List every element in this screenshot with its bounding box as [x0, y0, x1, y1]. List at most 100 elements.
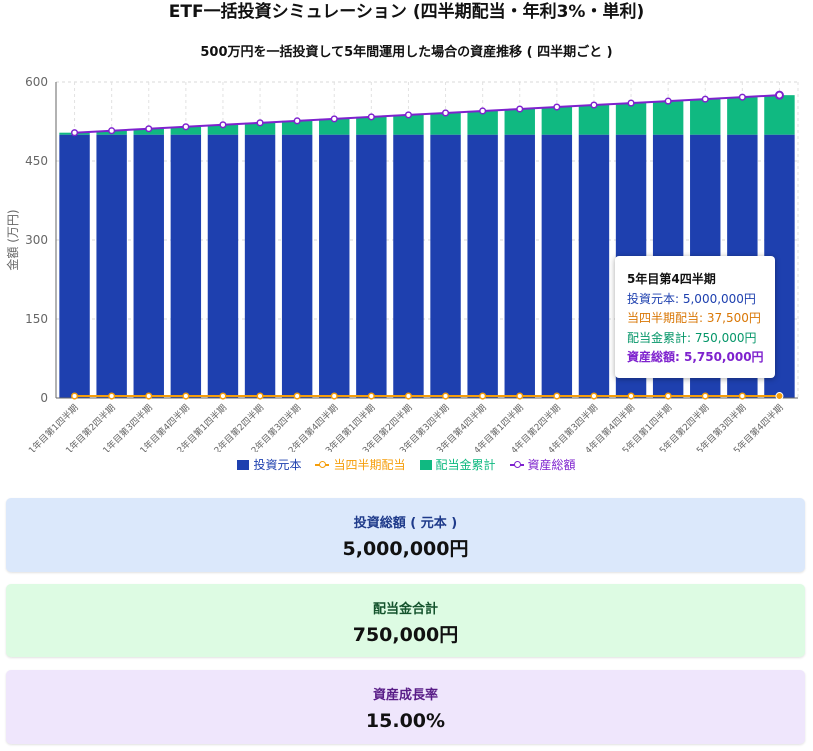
growth-summary-label: 資産成長率: [372, 688, 438, 703]
tooltip-row-cumulative-dividend: 配当金累計: 750,000円: [627, 330, 757, 345]
point-quarter-dividend: [367, 392, 375, 400]
legend-item-cumulative-dividend[interactable]: 配当金累計: [419, 457, 496, 473]
bar-principal: [504, 134, 535, 398]
point-total-assets: [71, 129, 79, 137]
bar-principal: [59, 134, 90, 398]
bar-cumulative-dividend: [690, 99, 721, 135]
point-quarter-dividend: [71, 392, 79, 400]
growth-summary-value: 15.00%: [365, 710, 446, 732]
bar-principal: [96, 134, 127, 398]
point-total-assets: [479, 107, 487, 115]
point-total-assets: [182, 123, 190, 131]
y-tick-label: 150: [25, 312, 48, 326]
dividend-summary-label: 配当金合計: [372, 602, 438, 617]
legend-label-total-assets: 資産総額: [527, 458, 576, 472]
legend-label-quarter-dividend: 当四半期配当: [333, 458, 406, 472]
bar-principal: [244, 134, 276, 398]
y-tick-label: 0: [40, 391, 48, 405]
principal-summary-value: 5,000,000円: [342, 538, 469, 560]
point-total-assets: [256, 119, 264, 127]
y-tick-label: 300: [25, 233, 48, 247]
principal-summary-card: 投資総額 ( 元本 ) 5,000,000円: [6, 498, 805, 572]
point-total-assets: [590, 101, 598, 109]
point-total-assets: [108, 127, 116, 135]
bar-principal: [170, 134, 202, 398]
legend-swatch-quarter-dividend: [315, 459, 330, 471]
point-total-assets: [330, 115, 338, 123]
point-total-assets: [145, 125, 153, 133]
bar-cumulative-dividend: [504, 108, 535, 135]
tooltip-title: 5年目第4四半期: [627, 272, 716, 286]
point-total-assets: [738, 93, 746, 101]
point-quarter-dividend: [590, 392, 598, 400]
point-total-assets: [553, 103, 561, 111]
chart-legend: 投資元本 当四半期配当 配当金累計 資産総額: [0, 457, 813, 473]
point-total-assets: [442, 109, 450, 117]
point-quarter-dividend: [442, 392, 450, 400]
tooltip-row-total-assets: 資産総額: 5,750,000円: [627, 350, 764, 364]
point-total-assets: [664, 97, 672, 105]
bar-principal: [356, 134, 387, 398]
bar-principal: [578, 134, 610, 398]
legend-label-cumulative-dividend: 配当金累計: [435, 458, 496, 472]
legend-item-principal[interactable]: 投資元本: [237, 457, 301, 473]
point-quarter-dividend: [701, 392, 709, 400]
legend-swatch-principal: [237, 460, 250, 470]
bar-principal: [393, 134, 424, 398]
dividend-summary-card: 配当金合計 750,000円: [6, 584, 805, 657]
point-quarter-dividend: [479, 392, 487, 400]
y-tick-label: 450: [25, 154, 48, 168]
point-quarter-dividend: [664, 392, 672, 400]
point-quarter-dividend: [516, 392, 524, 400]
point-quarter-dividend: [182, 392, 190, 400]
point-total-assets: [516, 105, 524, 113]
bar-cumulative-dividend: [615, 103, 647, 135]
bar-cumulative-dividend: [467, 110, 498, 135]
point-quarter-dividend: [293, 392, 301, 400]
legend-swatch-total-assets: [509, 459, 524, 471]
point-total-assets: [367, 113, 375, 121]
point-total-assets: [627, 99, 635, 107]
legend-label-principal: 投資元本: [253, 458, 302, 472]
point-quarter-dividend: [404, 392, 413, 400]
active-point-quarter-dividend: [775, 392, 784, 401]
legend-swatch-cumulative-dividend: [419, 460, 432, 470]
point-quarter-dividend: [738, 392, 746, 400]
point-total-assets: [293, 117, 301, 125]
point-quarter-dividend: [256, 392, 264, 400]
point-total-assets: [404, 111, 413, 119]
bar-cumulative-dividend: [541, 107, 573, 135]
bar-principal: [430, 134, 461, 398]
point-total-assets: [219, 121, 227, 129]
bar-principal: [133, 134, 164, 398]
tooltip-row-principal: 投資元本: 5,000,000円: [627, 291, 756, 306]
bar-principal: [319, 134, 350, 398]
active-point-total-assets: [774, 90, 784, 100]
bar-principal: [541, 134, 573, 398]
bar-principal: [207, 134, 239, 398]
point-quarter-dividend: [330, 392, 338, 400]
dividend-summary-value: 750,000円: [352, 624, 459, 646]
page-title: ETF一括投資シミュレーション (四半期配当・年利3%・単利): [168, 2, 645, 22]
bar-cumulative-dividend: [652, 101, 684, 135]
y-axis-label: 金額 (万円): [5, 209, 20, 270]
legend-item-total-assets[interactable]: 資産総額: [509, 457, 576, 473]
point-quarter-dividend: [627, 392, 635, 400]
bar-cumulative-dividend: [727, 97, 758, 135]
point-quarter-dividend: [553, 392, 561, 400]
tooltip-row-quarter-dividend: 当四半期配当: 37,500円: [627, 311, 761, 325]
bar-principal: [281, 134, 313, 398]
point-quarter-dividend: [219, 392, 227, 400]
y-tick-label: 600: [25, 75, 48, 89]
chart-tooltip: 5年目第4四半期 投資元本: 5,000,000円 当四半期配当: 37,500…: [615, 256, 775, 378]
bar-cumulative-dividend: [578, 105, 610, 135]
point-total-assets: [701, 95, 709, 103]
bar-principal: [467, 134, 498, 398]
growth-summary-card: 資産成長率 15.00%: [6, 670, 805, 744]
point-quarter-dividend: [108, 392, 116, 400]
principal-summary-label: 投資総額 ( 元本 ): [353, 516, 458, 531]
chart-subtitle: 500万円を一括投資して5年間運用した場合の資産推移 ( 四半期ごと ): [200, 45, 613, 60]
point-quarter-dividend: [145, 392, 153, 400]
legend-item-quarter-dividend[interactable]: 当四半期配当: [315, 457, 406, 473]
bar-cumulative-dividend: [764, 95, 795, 135]
